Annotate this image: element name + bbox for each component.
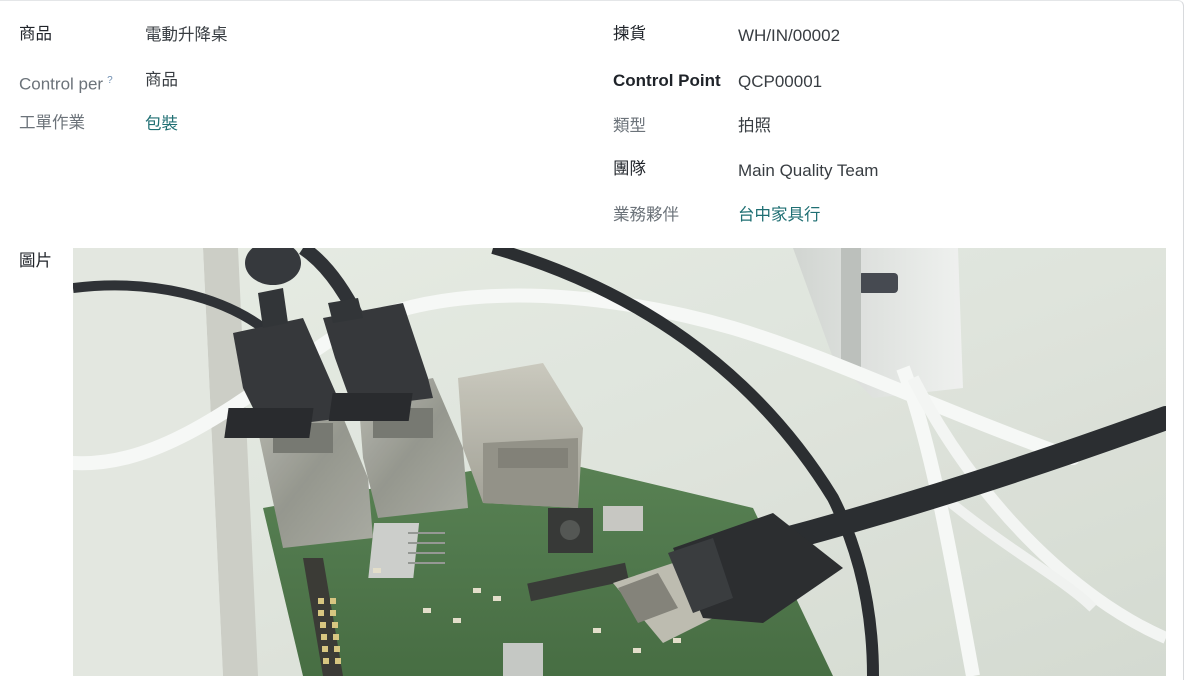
team-label: 團隊 [613, 159, 646, 178]
photo-raspberry-pi-board [73, 248, 1166, 676]
control-per-label-text: Control per [19, 74, 104, 94]
quality-check-form: 商品 電動升降桌 Control per? 商品 工單作業 包裝 揀貨 WH/I… [0, 0, 1184, 680]
product-label: 商品 [19, 24, 52, 43]
team-value[interactable]: Main Quality Team [738, 160, 878, 182]
control-point-value[interactable]: QCP00001 [738, 71, 822, 93]
control-per-label: Control per? [19, 70, 113, 96]
product-value[interactable]: 電動升降桌 [145, 24, 228, 46]
type-label: 類型 [613, 116, 646, 135]
operation-link[interactable]: 包裝 [145, 113, 178, 135]
type-value[interactable]: 拍照 [738, 115, 771, 137]
picking-value[interactable]: WH/IN/00002 [738, 25, 840, 47]
operation-label: 工單作業 [19, 113, 85, 132]
control-point-label: Control Point [613, 71, 721, 90]
picture-label: 圖片 [19, 251, 52, 270]
partner-label: 業務夥伴 [613, 205, 679, 224]
control-per-value[interactable]: 商品 [145, 69, 178, 91]
picking-label: 揀貨 [613, 24, 646, 43]
help-tooltip-icon[interactable]: ? [107, 70, 113, 92]
quality-check-photo[interactable] [73, 248, 1166, 676]
partner-link[interactable]: 台中家具行 [738, 204, 821, 226]
